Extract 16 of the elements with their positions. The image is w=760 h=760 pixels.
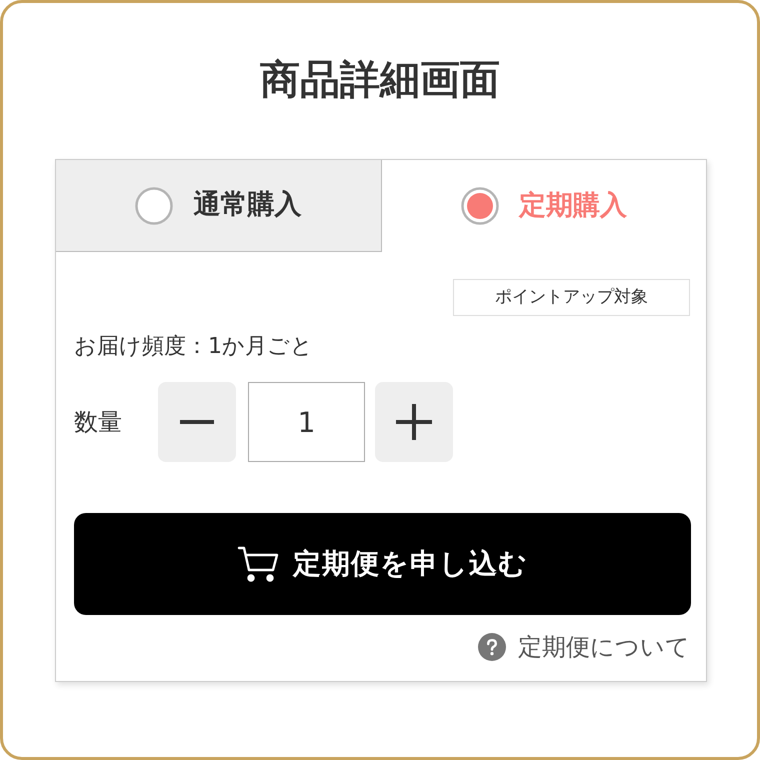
minus-icon bbox=[180, 420, 214, 424]
quantity-label: 数量 bbox=[74, 407, 123, 438]
radio-selected-icon bbox=[460, 187, 499, 225]
help-icon bbox=[478, 633, 506, 661]
purchase-type-tab[interactable]: 通常購入 bbox=[56, 160, 382, 252]
about-subscription-link[interactable]: 定期便について bbox=[518, 631, 690, 663]
decrement-button[interactable] bbox=[158, 382, 236, 462]
radio-empty-icon bbox=[135, 186, 174, 224]
cart-icon bbox=[237, 546, 279, 582]
delivery-frequency-text: お届け頻度：1か月ごと bbox=[74, 334, 313, 359]
point-up-badge: ポイントアップ対象 bbox=[453, 279, 690, 316]
quantity-field[interactable]: 1 bbox=[248, 382, 365, 462]
subscribe-button[interactable]: 定期便を申し込む bbox=[74, 513, 691, 615]
increment-button[interactable] bbox=[375, 382, 453, 462]
plus-icon bbox=[396, 404, 432, 440]
page-title: 商品詳細画面 bbox=[260, 56, 500, 105]
